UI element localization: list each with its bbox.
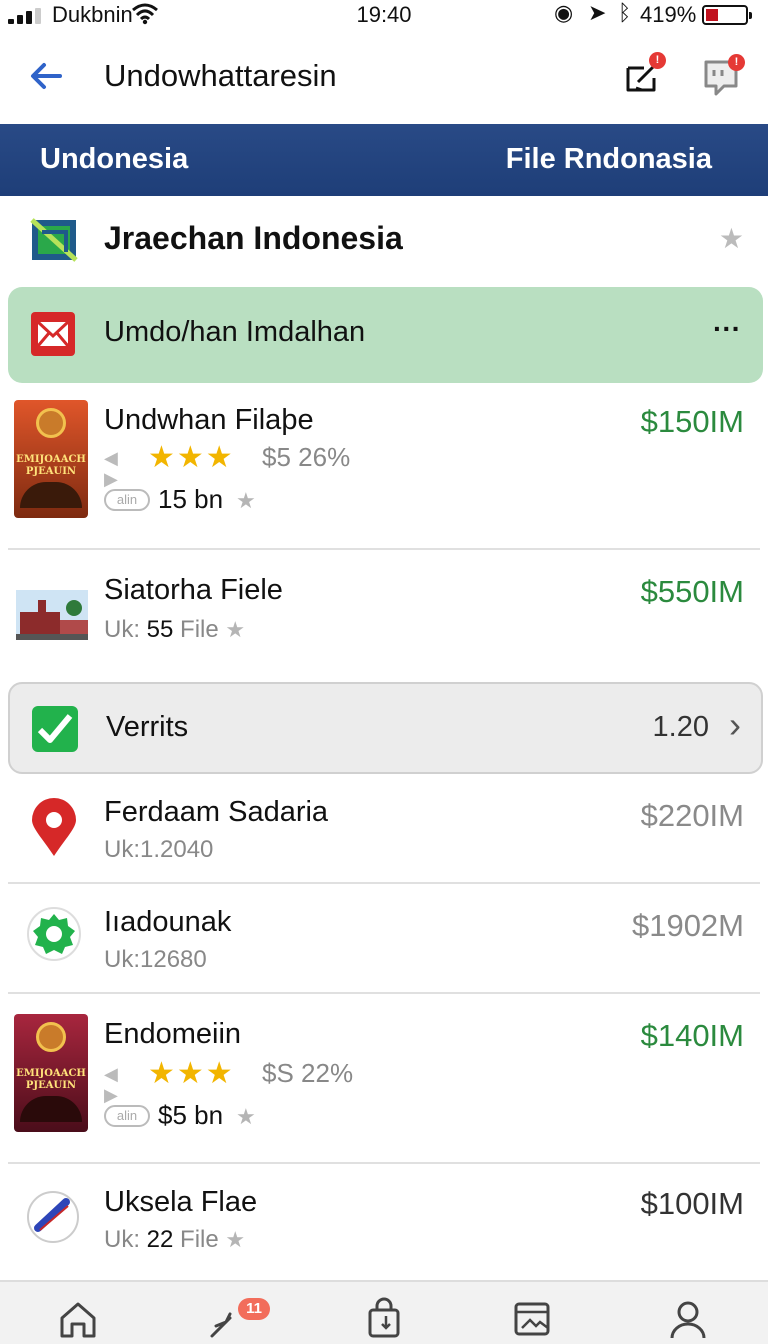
list-item[interactable]: Ferdaam Sadaria $220IM Uk:1.2040 [0,778,768,882]
list-item[interactable]: EMIJOAACH PJEAUIN Endomeiin $140IM ◀ ▶ ★… [0,994,768,1162]
star-icon[interactable]: ★ [236,488,256,514]
location-pin-icon [32,798,76,856]
section-header[interactable]: Jraechan Indonesia ★ [0,196,768,284]
item-price: $150IM [640,404,744,439]
list-item[interactable]: Iıadounak $1902M Uk:12680 [0,884,768,992]
tab-home[interactable] [56,1296,100,1340]
item-price: $140IM [640,1018,744,1053]
tag-pill: alin [104,1105,150,1127]
item-subtitle: Uk:1.2040 [104,836,214,863]
building-thumbnail [16,590,88,640]
page-title: Undowhattaresin [104,58,337,93]
list-item[interactable]: Siatorha Fiele $550IM Uk: 55 File ★ [0,550,768,680]
verrits-row[interactable]: Verrits 1.20 › [8,682,763,774]
item-price: $220IM [640,798,744,833]
item-price: $550IM [640,574,744,609]
favorite-star-icon[interactable]: ★ [719,222,744,255]
product-thumbnail: EMIJOAACH PJEAUIN [14,400,88,518]
app-header: Undowhattaresin ! ! [0,30,768,124]
list-item[interactable]: EMIJOAACH PJEAUIN Undwhan Filaþe $150IM … [0,392,768,548]
tag-pill: alin [104,489,150,511]
verrits-label: Verrits [106,711,189,743]
gallery-icon [514,1302,550,1336]
star-icon[interactable]: ★ [236,1104,256,1130]
battery-icon [702,5,752,25]
play-icon: ◀ ▶ [104,1064,118,1105]
share-notification-button[interactable]: ! [618,52,668,102]
check-square-icon [32,706,78,752]
box-check-icon [30,218,78,262]
item-price: $100IM [640,1186,744,1221]
item-price: $1902M [631,908,744,943]
bag-icon [368,1297,400,1338]
region-tab-left[interactable]: Undonesia [40,143,188,176]
item-subtitle: Uk:12680 [104,946,207,973]
home-icon [60,1302,96,1338]
notification-badge: ! [728,54,745,71]
rating-stars: ★★★ [148,441,235,474]
notification-badge: ! [649,52,666,69]
section-title: Jraechan Indonesia [104,220,403,256]
tab-profile[interactable] [666,1296,710,1340]
item-name: Endomeiin [104,1018,242,1050]
app-badge-icon [27,1191,79,1243]
gear-icon [27,907,81,961]
content-list: Jraechan Indonesia ★ Umdo/han Imdalhan ·… [0,196,768,1280]
list-item[interactable]: Uksela Flae $100IM Uk: 22 File ★ [0,1164,768,1280]
chevron-right-icon: › [729,704,741,745]
highlighted-item-label: Umdo/han Imdalhan [104,316,366,348]
item-name: Uksela Flae [104,1186,258,1218]
rating-stars: ★★★ [148,1057,235,1090]
item-name: Ferdaam Sadaria [104,796,329,828]
battery-percentage: 419% [640,2,697,27]
product-thumbnail: EMIJOAACH PJEAUIN [14,1014,88,1132]
item-subtitle: Uk: 55 File ★ [104,616,246,643]
verrits-value: 1.20 [652,711,709,743]
item-name: Undwhan Filaþe [104,404,314,436]
item-meta: $5 bn [158,1100,224,1130]
alarm-icon: ◉ [554,0,574,25]
tab-badge: 11 [238,1298,270,1320]
tab-gallery[interactable] [510,1296,554,1340]
envelope-icon [31,312,75,356]
region-tab-right[interactable]: File Rndonasia [506,143,712,176]
region-band: Undonesia File Rndonasia [0,124,768,196]
chat-notification-button[interactable]: ! [700,52,750,102]
location-arrow-icon: ➤ [588,0,607,25]
play-icon: ◀ ▶ [104,448,118,489]
highlighted-item[interactable]: Umdo/han Imdalhan ··· [8,287,763,383]
rating-percentage: $S 22% [262,1058,354,1088]
item-subtitle: Uk: 22 File ★ [104,1226,246,1253]
bluetooth-icon: ᛒ [618,0,632,25]
tab-bag[interactable] [362,1296,406,1340]
back-arrow-icon[interactable] [26,56,66,96]
profile-icon [670,1301,706,1339]
item-name: Siatorha Fiele [104,574,283,606]
item-meta: 15 bn [158,484,224,514]
status-bar: Dukbnin 19:40 ◉ ➤ ᛒ 419% [0,0,768,30]
item-name: Iıadounak [104,906,232,938]
more-options-button[interactable]: ··· [713,313,741,345]
rating-percentage: $5 26% [262,442,351,472]
bottom-tab-bar: 11 [0,1280,768,1344]
